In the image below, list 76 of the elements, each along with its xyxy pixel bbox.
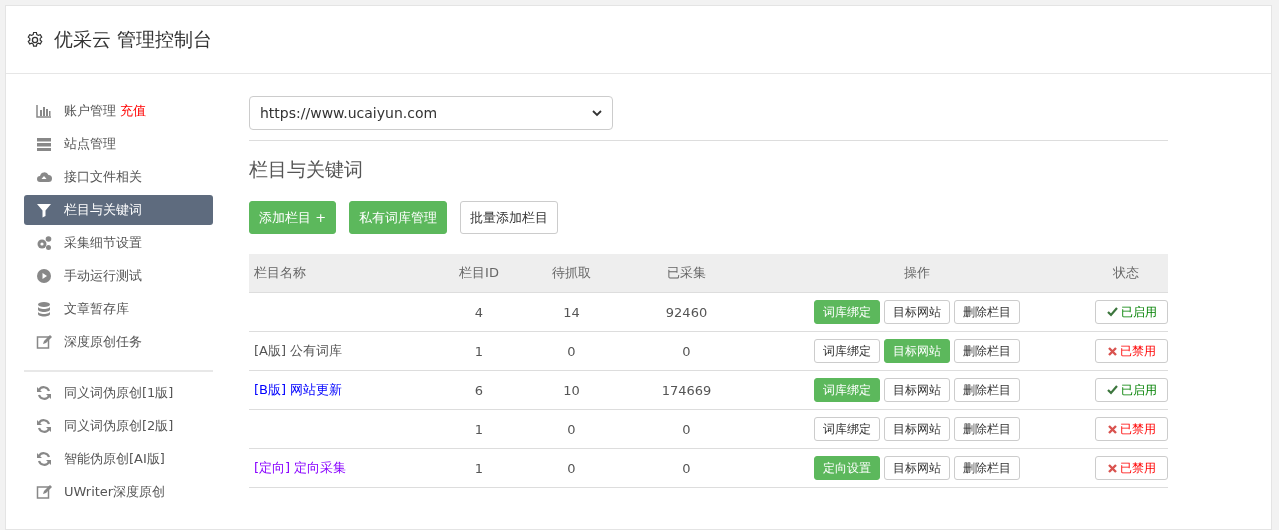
settings-icon xyxy=(26,30,44,49)
column-header: 状态 xyxy=(1112,264,1140,282)
table-cell-text: 0 xyxy=(566,343,577,359)
action-button[interactable]: 删除栏目 xyxy=(953,339,1020,363)
table-cell-text: 92460 xyxy=(664,304,709,320)
filter-icon xyxy=(36,202,52,218)
table-cell-text: 1 xyxy=(473,460,485,476)
sidebar-item[interactable]: UWriter深度原创 xyxy=(24,477,213,507)
action-button[interactable]: 删除栏目 xyxy=(953,417,1020,441)
sidebar-item[interactable]: 站点管理 xyxy=(24,129,213,159)
column-header: 操作 xyxy=(902,264,931,282)
action-button[interactable]: 目标网站 xyxy=(883,378,950,402)
bar-chart-icon xyxy=(36,103,52,119)
sidebar-item[interactable]: 同义词伪原创[2版] xyxy=(24,411,213,441)
table-cell-text: 6 xyxy=(473,382,485,398)
close-icon xyxy=(1107,463,1117,473)
table-cell-text: 174669 xyxy=(660,382,713,398)
recharge-link[interactable]: 充值 xyxy=(120,102,146,120)
action-button[interactable]: 目标网站 xyxy=(883,300,950,324)
chevron-down-icon xyxy=(592,109,602,117)
action-button[interactable]: 目标网站 xyxy=(883,456,950,480)
table-cell-text: 0 xyxy=(681,343,692,359)
action-button[interactable]: 目标网站 xyxy=(883,417,950,441)
sidebar-item[interactable]: 手动运行测试 xyxy=(24,261,213,291)
table-cell-text: 0 xyxy=(681,421,692,437)
gears-icon xyxy=(36,235,52,251)
action-button[interactable]: 删除栏目 xyxy=(953,456,1020,480)
sidebar-item[interactable]: 深度原创任务 xyxy=(24,327,213,357)
table-cell-text: 0 xyxy=(681,460,692,476)
refresh-icon xyxy=(36,418,52,434)
sidebar-item[interactable]: 接口文件相关 xyxy=(24,162,213,192)
table-cell-text: 14 xyxy=(562,304,581,320)
table-cell-text: 10 xyxy=(562,382,581,398)
action-button[interactable]: 词库绑定 xyxy=(813,339,880,363)
sidebar-item[interactable]: 账户管理 充值 xyxy=(24,96,213,126)
server-icon xyxy=(36,136,52,152)
action-button[interactable]: 词库绑定 xyxy=(813,417,880,441)
toolbar-button[interactable]: 批量添加栏目 xyxy=(460,201,559,234)
sidebar-item[interactable]: 同义词伪原创[1版] xyxy=(24,378,213,408)
site-select[interactable]: https://www.ucaiyun.com xyxy=(249,96,613,130)
table-cell-text: 0 xyxy=(566,460,577,476)
table-cell-text: 1 xyxy=(473,343,485,359)
database-icon xyxy=(36,301,52,317)
table-cell-text: 4 xyxy=(473,304,485,320)
sidebar-item[interactable]: 智能伪原创[AI版] xyxy=(24,444,213,474)
action-button[interactable]: 删除栏目 xyxy=(953,300,1020,324)
category-name: [定向] 定向采集 xyxy=(254,460,347,475)
edit-icon xyxy=(36,334,52,350)
status-button[interactable]: 已禁用 xyxy=(1095,339,1168,363)
status-button[interactable]: 已禁用 xyxy=(1095,417,1168,441)
column-header: 待抓取 xyxy=(551,264,592,282)
close-icon xyxy=(1107,346,1117,356)
cloud-upload-icon xyxy=(36,169,52,185)
column-header: 栏目名称 xyxy=(253,264,307,282)
sidebar-item[interactable]: 采集细节设置 xyxy=(24,228,213,258)
category-name: [B版] 网站更新 xyxy=(254,382,343,397)
close-icon xyxy=(1107,424,1117,434)
table-cell-text: 0 xyxy=(566,421,577,437)
action-button[interactable]: 删除栏目 xyxy=(953,378,1020,402)
status-button[interactable]: 已禁用 xyxy=(1095,456,1168,480)
edit-icon xyxy=(36,484,52,500)
sidebar-item[interactable]: 文章暂存库 xyxy=(24,294,213,324)
section-title: 栏目与关键词 xyxy=(249,157,364,182)
check-icon xyxy=(1106,307,1118,317)
app-title: 优采云 管理控制台 xyxy=(54,26,213,52)
check-icon xyxy=(1106,385,1118,395)
refresh-icon xyxy=(36,451,52,467)
refresh-icon xyxy=(36,385,52,401)
category-name: [A版] 公有词库 xyxy=(254,343,343,358)
column-header: 已采集 xyxy=(666,264,707,282)
sidebar-item[interactable]: 栏目与关键词 xyxy=(24,195,213,225)
status-button[interactable]: 已启用 xyxy=(1095,300,1168,324)
play-icon xyxy=(36,268,52,284)
status-button[interactable]: 已启用 xyxy=(1095,378,1168,402)
table-cell-text: 1 xyxy=(473,421,485,437)
column-header: 栏目ID xyxy=(458,264,500,282)
